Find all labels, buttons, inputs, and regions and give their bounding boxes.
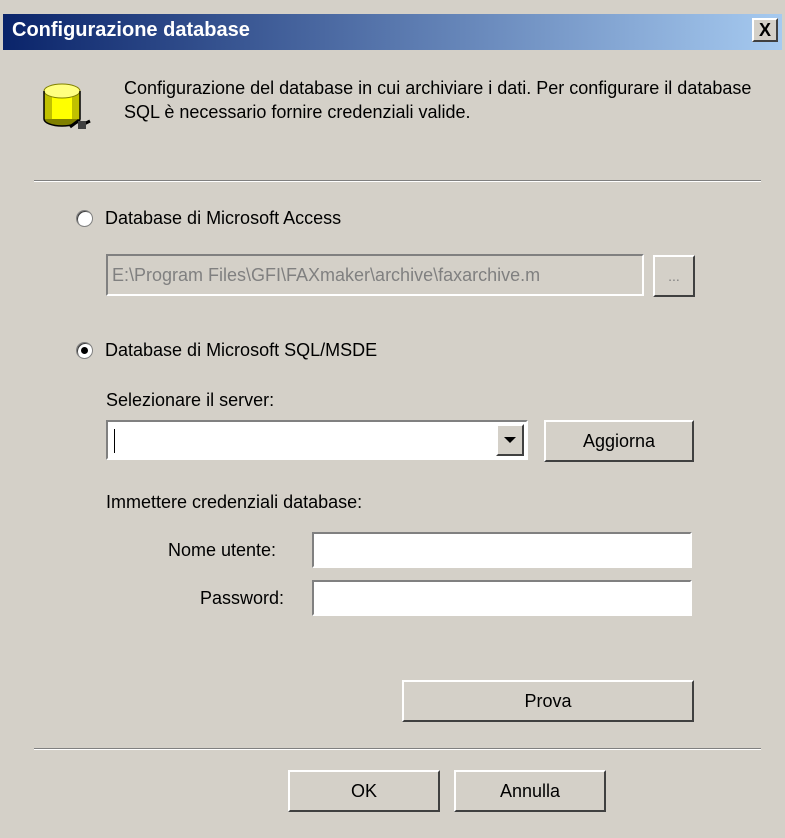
ok-button-label: OK — [350, 780, 377, 801]
server-label: Selezionare il server: — [106, 390, 275, 410]
sql-radio-label: Database di Microsoft SQL/MSDE — [105, 340, 378, 360]
refresh-button[interactable]: Aggiorna — [544, 420, 694, 462]
top-separator — [34, 180, 761, 182]
server-combobox[interactable] — [106, 420, 528, 460]
password-field[interactable] — [312, 580, 692, 616]
username-field[interactable] — [312, 532, 692, 568]
refresh-button-label: Aggiorna — [582, 430, 656, 451]
test-button[interactable]: Prova — [402, 680, 694, 722]
description-text: Configurazione del database in cui archi… — [124, 78, 752, 122]
cancel-button[interactable]: Annulla — [454, 770, 606, 812]
sql-radio-circle[interactable] — [76, 342, 93, 359]
browse-button-label: ... — [668, 268, 680, 284]
combo-dropdown-button[interactable] — [496, 424, 524, 456]
password-label: Password: — [200, 588, 285, 608]
cancel-button-label: Annulla — [499, 780, 561, 801]
dialog-window: Configurazione database X Configurazione… — [0, 0, 785, 838]
database-icon — [43, 83, 91, 129]
ok-button[interactable]: OK — [288, 770, 440, 812]
title-bar[interactable]: Configurazione database X — [3, 14, 782, 50]
close-icon: X — [758, 20, 771, 40]
test-button-label: Prova — [524, 690, 572, 711]
access-radio-label: Database di Microsoft Access — [105, 208, 342, 228]
window-title: Configurazione database — [12, 19, 250, 41]
access-radio-circle[interactable] — [76, 210, 93, 227]
credentials-label: Immettere credenziali database: — [106, 492, 363, 512]
access-path-field: E:\Program Files\GFI\FAXmaker\archive\fa… — [106, 254, 644, 296]
chevron-down-icon — [504, 437, 516, 443]
close-button[interactable]: X — [752, 18, 778, 42]
browse-button: ... — [653, 255, 695, 297]
access-radio[interactable]: Database di Microsoft Access — [76, 208, 341, 229]
username-label: Nome utente: — [168, 540, 277, 560]
bottom-separator — [34, 748, 761, 750]
sql-radio[interactable]: Database di Microsoft SQL/MSDE — [76, 340, 377, 361]
